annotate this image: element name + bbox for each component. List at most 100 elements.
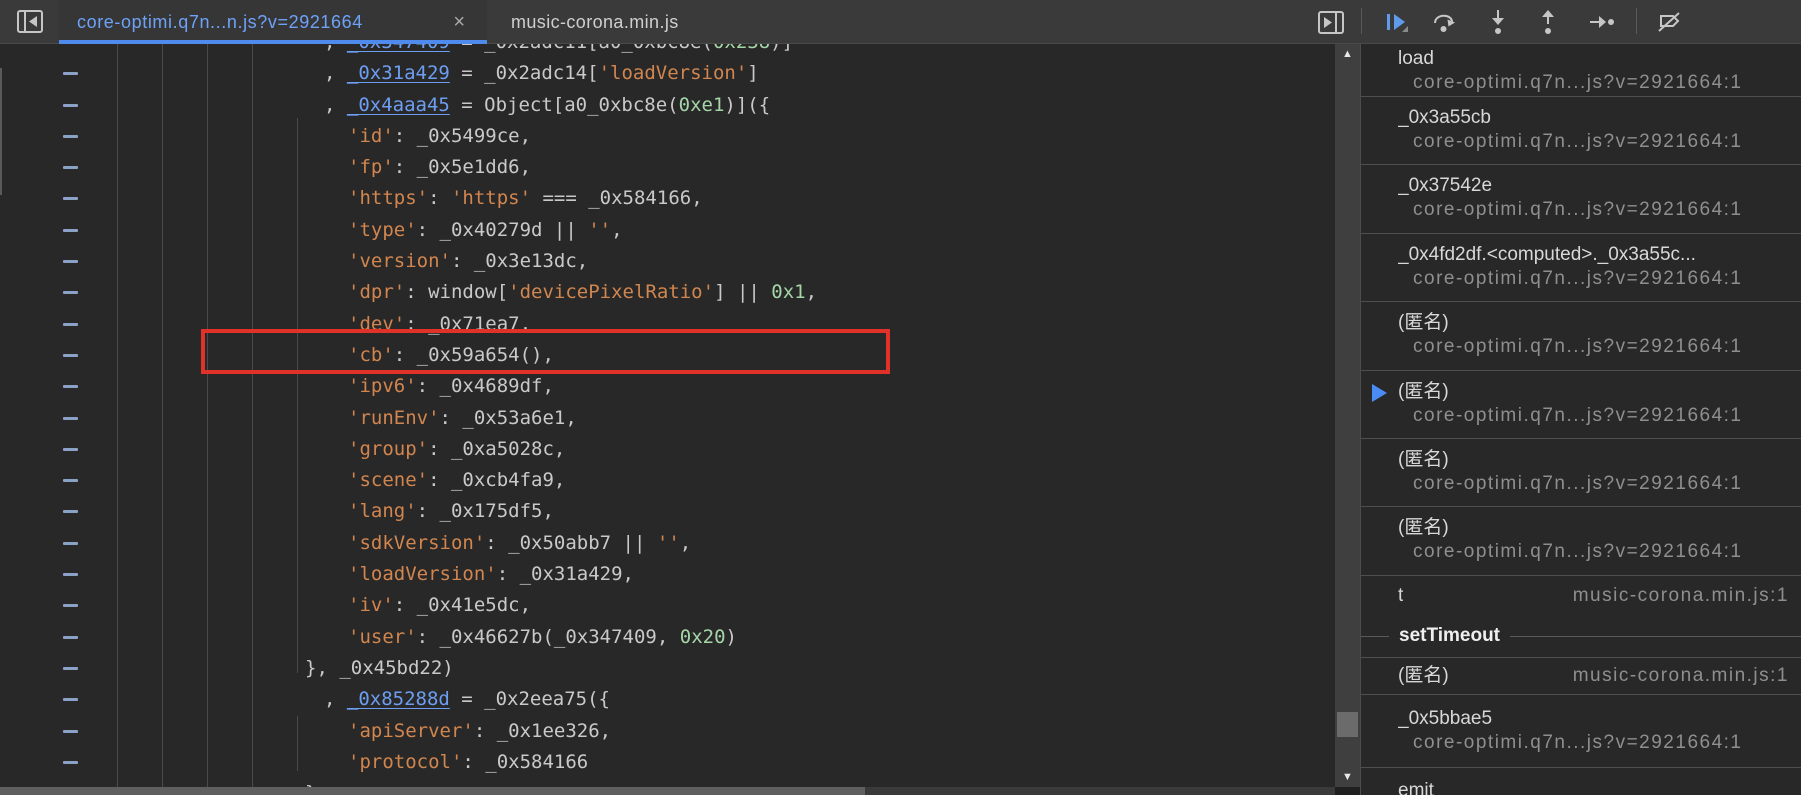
code-line[interactable]: 'iv': _0x41e5dc,	[0, 590, 1335, 621]
gutter-line-marker[interactable]	[63, 197, 78, 200]
callstack-frame[interactable]: _0x37542ecore-optimi.q7n...js?v=2921664:…	[1361, 165, 1801, 233]
code-line[interactable]: 'id': _0x5499ce,	[0, 121, 1335, 152]
step-into-button[interactable]	[1483, 7, 1513, 37]
gutter-line-marker[interactable]	[63, 761, 78, 764]
code-line[interactable]: }, _0x45bd22)	[0, 653, 1335, 684]
resume-button[interactable]	[1382, 7, 1412, 37]
horizontal-scrollbar[interactable]	[0, 787, 1335, 795]
code-line[interactable]: 'sdkVersion': _0x50abb7 || '',	[0, 528, 1335, 559]
gutter-line-marker[interactable]	[63, 542, 78, 545]
tab-music-corona[interactable]: music-corona.min.js	[495, 0, 695, 44]
gutter-line-marker[interactable]	[63, 229, 78, 232]
step-over-button[interactable]	[1429, 7, 1459, 37]
vertical-scrollbar-thumb[interactable]	[1337, 712, 1358, 737]
code-line[interactable]: 'fp': _0x5e1dd6,	[0, 152, 1335, 183]
code-line[interactable]: 'apiServer': _0x1ee326,	[0, 716, 1335, 747]
call-stack-panel: loadcore-optimi.q7n...js?v=2921664:1_0x3…	[1360, 44, 1801, 795]
code-line[interactable]: }, ...	[0, 778, 1335, 787]
code-token: ,	[324, 94, 347, 116]
code-token: : _0x31a429,	[497, 563, 634, 585]
gutter-line-marker[interactable]	[63, 260, 78, 263]
callstack-frame[interactable]: (匿名)core-optimi.q7n...js?v=2921664:1	[1361, 439, 1801, 507]
code-line[interactable]: 'runEnv': _0x53a6e1,	[0, 403, 1335, 434]
gutter-line-marker[interactable]	[63, 479, 78, 482]
gutter-line-marker[interactable]	[63, 667, 78, 670]
callstack-frame[interactable]: (匿名)core-optimi.q7n...js?v=2921664:1	[1361, 371, 1801, 439]
callstack-frame[interactable]: _0x3a55cbcore-optimi.q7n...js?v=2921664:…	[1361, 97, 1801, 165]
code-editor[interactable]: , _0x347409 = _0x2adc11[a0_0xbc8e(0x238)…	[0, 0, 1335, 787]
code-line[interactable]: , _0x4aaa45 = Object[a0_0xbc8e(0xe1)]({	[0, 90, 1335, 121]
callstack-frame[interactable]: tmusic-corona.min.js:1	[1361, 576, 1801, 616]
gutter-line-marker[interactable]	[63, 104, 78, 107]
code-token: ]	[747, 62, 758, 84]
code-line[interactable]: 'https': 'https' === _0x584166,	[0, 183, 1335, 214]
gutter-line-marker[interactable]	[63, 354, 78, 357]
code-token: 'ipv6'	[348, 375, 417, 397]
gutter-line-marker[interactable]	[63, 636, 78, 639]
code-variable-link[interactable]: _0x4aaa45	[347, 94, 450, 116]
code-line[interactable]: 'user': _0x46627b(_0x347409, 0x20)	[0, 622, 1335, 653]
code-token: 'fp'	[348, 156, 394, 178]
callstack-frame[interactable]: _0x5bbae5core-optimi.q7n...js?v=2921664:…	[1361, 695, 1801, 768]
close-icon[interactable]: ×	[449, 11, 469, 34]
callstack-frame[interactable]: emit	[1361, 768, 1801, 795]
code-token: : _0x3e13dc,	[451, 250, 588, 272]
async-separator-line	[1361, 636, 1389, 637]
code-line[interactable]: 'group': _0xa5028c,	[0, 434, 1335, 465]
callstack-frame[interactable]: (匿名)core-optimi.q7n...js?v=2921664:1	[1361, 302, 1801, 370]
gutter-line-marker[interactable]	[63, 166, 78, 169]
gutter-line-marker[interactable]	[63, 448, 78, 451]
gutter-line-marker[interactable]	[63, 573, 78, 576]
gutter-line-marker[interactable]	[63, 135, 78, 138]
toggle-navigator-icon[interactable]	[16, 9, 44, 34]
scroll-up-icon[interactable]: ▲	[1335, 48, 1360, 60]
gutter-line-marker[interactable]	[63, 510, 78, 513]
gutter-line-marker[interactable]	[63, 417, 78, 420]
code-token: 'iv'	[348, 594, 394, 616]
gutter-line-marker[interactable]	[63, 604, 78, 607]
code-line[interactable]: , _0x31a429 = _0x2adc14['loadVersion']	[0, 58, 1335, 89]
code-token: : _0x41e5dc,	[394, 594, 531, 616]
code-line[interactable]: 'version': _0x3e13dc,	[0, 246, 1335, 277]
code-token: 'sdkVersion'	[348, 532, 485, 554]
callstack-frame[interactable]: (匿名)core-optimi.q7n...js?v=2921664:1	[1361, 507, 1801, 575]
code-token: : _0x5499ce,	[394, 125, 531, 147]
scroll-down-icon[interactable]: ▼	[1335, 771, 1360, 783]
code-variable-link[interactable]: _0x31a429	[347, 62, 450, 84]
indent-guide	[297, 716, 298, 771]
code-token: 'id'	[348, 125, 394, 147]
frame-function-name: (匿名)	[1398, 515, 1791, 541]
code-line[interactable]: 'scene': _0xcb4fa9,	[0, 465, 1335, 496]
code-variable-link[interactable]: _0x85288d	[347, 688, 450, 710]
code-line[interactable]: 'type': _0x40279d || '',	[0, 215, 1335, 246]
callstack-frame[interactable]: (匿名)music-corona.min.js:1	[1361, 658, 1801, 695]
code-line[interactable]: 'lang': _0x175df5,	[0, 496, 1335, 527]
frame-source-location: core-optimi.q7n...js?v=2921664:1	[1398, 336, 1791, 358]
code-line[interactable]: , _0x85288d = _0x2eea75({	[0, 684, 1335, 715]
dock-left-icon	[16, 9, 44, 34]
gutter-line-marker[interactable]	[63, 730, 78, 733]
tab-label: music-corona.min.js	[511, 12, 679, 33]
callstack-frame[interactable]: loadcore-optimi.q7n...js?v=2921664:1	[1361, 44, 1801, 97]
code-line[interactable]: 'dpr': window['devicePixelRatio'] || 0x1…	[0, 277, 1335, 308]
frame-source-location: core-optimi.q7n...js?v=2921664:1	[1398, 405, 1791, 427]
gutter-line-marker[interactable]	[63, 323, 78, 326]
step-out-button[interactable]	[1533, 7, 1563, 37]
deactivate-breakpoints-button[interactable]	[1655, 7, 1685, 37]
gutter-line-marker[interactable]	[63, 291, 78, 294]
code-token: 'user'	[348, 626, 417, 648]
code-token: 'group'	[348, 438, 428, 460]
gutter-line-marker[interactable]	[63, 698, 78, 701]
gutter-line-marker[interactable]	[63, 385, 78, 388]
code-token: 'protocol'	[348, 751, 462, 773]
horizontal-scrollbar-thumb[interactable]	[0, 787, 865, 795]
tab-core-optimi[interactable]: core-optimi.q7n...n.js?v=2921664 ×	[59, 0, 487, 44]
toggle-right-sidebar-button[interactable]	[1316, 7, 1346, 37]
callstack-frame[interactable]: _0x4fd2df.<computed>._0x3a55c...core-opt…	[1361, 234, 1801, 302]
code-line[interactable]: 'protocol': _0x584166	[0, 747, 1335, 778]
code-line[interactable]: 'loadVersion': _0x31a429,	[0, 559, 1335, 590]
gutter-line-marker[interactable]	[63, 72, 78, 75]
vertical-scrollbar[interactable]: ▲ ▼	[1335, 44, 1360, 787]
code-line[interactable]: 'ipv6': _0x4689df,	[0, 371, 1335, 402]
step-button[interactable]	[1587, 7, 1617, 37]
